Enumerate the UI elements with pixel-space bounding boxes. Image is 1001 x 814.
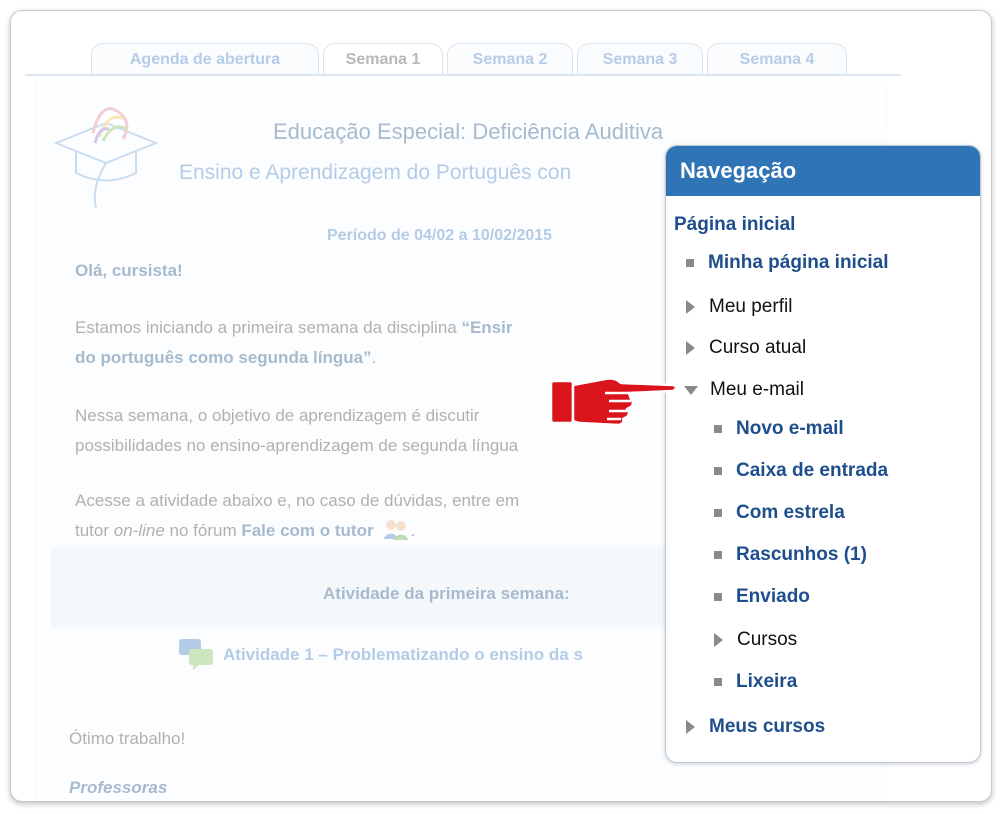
objective-line-1: Nessa semana, o objetivo de aprendizagem…: [75, 406, 480, 425]
nav-lixeira[interactable]: Lixeira: [714, 671, 797, 693]
discipline-name-end: do português como segunda língua”: [75, 348, 372, 367]
square-bullet-icon: [714, 551, 722, 559]
expand-arrow-icon[interactable]: [686, 720, 695, 734]
nav-novo-email[interactable]: Novo e-mail: [714, 418, 844, 440]
nav-rascunhos[interactable]: Rascunhos (1): [714, 544, 867, 566]
nav-label: Caixa de entrada: [736, 460, 889, 481]
course-period: Período de 04/02 a 10/02/2015: [327, 227, 553, 244]
access-paragraph: Acesse a atividade abaixo e, no caso de …: [75, 486, 519, 546]
nav-cursos[interactable]: Cursos: [714, 629, 797, 651]
navigation-block: Navegação Página inicial Minha página in…: [665, 145, 981, 763]
access-line-1: Acesse a atividade abaixo e, no caso de …: [75, 491, 520, 510]
discipline-name-start: “Ensir: [461, 318, 513, 337]
nav-com-estrela[interactable]: Com estrela: [714, 502, 845, 524]
nav-meu-email[interactable]: Meu e-mail: [684, 379, 804, 401]
pointing-hand-icon: [549, 377, 678, 427]
square-bullet-icon: [714, 678, 722, 686]
nav-meu-perfil[interactable]: Meu perfil: [686, 296, 792, 318]
tab-semana-3[interactable]: Semana 3: [577, 43, 703, 75]
access-end: .: [410, 521, 416, 540]
intro-paragraph: Estamos iniciando a primeira semana da d…: [75, 313, 513, 373]
square-bullet-icon: [714, 467, 722, 475]
square-bullet-icon: [714, 593, 722, 601]
greeting: Olá, cursista!: [75, 261, 183, 280]
tab-semana-1[interactable]: Semana 1: [323, 43, 443, 75]
signature: Professoras: [69, 778, 168, 797]
nav-meus-cursos[interactable]: Meus cursos: [686, 716, 825, 738]
access-online: on-line: [113, 521, 165, 540]
expand-arrow-icon[interactable]: [686, 341, 695, 355]
nav-label: Meu perfil: [709, 296, 793, 317]
nav-caixa-de-entrada[interactable]: Caixa de entrada: [714, 460, 888, 482]
course-subtitle: Ensino e Aprendizagem do Português con: [179, 161, 572, 184]
nav-enviado[interactable]: Enviado: [714, 586, 810, 608]
square-bullet-icon: [714, 425, 722, 433]
square-bullet-icon: [714, 509, 722, 517]
expand-arrow-icon[interactable]: [686, 300, 695, 314]
objective-paragraph: Nessa semana, o objetivo de aprendizagem…: [75, 401, 518, 461]
fale-com-o-tutor-link[interactable]: Fale com o tutor: [241, 521, 373, 540]
nav-label: Minha página inicial: [708, 252, 889, 273]
nav-label: Novo e-mail: [736, 418, 844, 439]
nav-label: Página inicial: [674, 214, 796, 235]
nav-label: Enviado: [736, 586, 810, 607]
activity-heading: Atividade da primeira semana:: [323, 584, 570, 603]
access-tutor: tutor: [75, 521, 114, 540]
nav-pagina-inicial[interactable]: Página inicial: [674, 214, 795, 236]
nav-curso-atual[interactable]: Curso atual: [686, 337, 806, 359]
users-icon: [383, 520, 410, 540]
expand-arrow-icon[interactable]: [714, 633, 723, 647]
course-logo-icon: [53, 107, 159, 209]
nav-label: Rascunhos (1): [736, 544, 867, 565]
intro-text: Estamos iniciando a primeira semana da d…: [75, 318, 462, 337]
square-bullet-icon: [686, 259, 694, 267]
nav-label: Curso atual: [709, 337, 807, 358]
collapse-arrow-icon[interactable]: [684, 385, 698, 395]
tab-underline: [25, 74, 901, 76]
nav-label: Meus cursos: [709, 716, 826, 737]
nav-label: Lixeira: [736, 671, 798, 692]
nav-minha-pagina-inicial[interactable]: Minha página inicial: [686, 252, 889, 274]
forum-chat-icon: [179, 639, 213, 670]
nav-label: Meu e-mail: [710, 379, 804, 400]
access-forum: no fórum: [164, 521, 242, 540]
closing-text: Ótimo trabalho!: [69, 729, 186, 748]
tab-semana-2[interactable]: Semana 2: [447, 43, 573, 75]
screenshot-frame: Agenda de abertura Semana 1 Semana 2 Sem…: [10, 10, 992, 802]
tab-agenda-de-abertura[interactable]: Agenda de abertura: [91, 43, 319, 75]
nav-label: Com estrela: [736, 502, 845, 523]
course-title: Educação Especial: Deficiência Auditiva: [273, 119, 664, 144]
intro-period: .: [371, 348, 377, 367]
objective-line-2: possibilidades no ensino-aprendizagem de…: [75, 436, 519, 455]
activity-1-link[interactable]: Atividade 1 – Problematizando o ensino d…: [223, 645, 583, 665]
tab-semana-4[interactable]: Semana 4: [707, 43, 847, 75]
nav-label: Cursos: [737, 629, 798, 650]
navigation-header: Navegação: [666, 146, 980, 196]
